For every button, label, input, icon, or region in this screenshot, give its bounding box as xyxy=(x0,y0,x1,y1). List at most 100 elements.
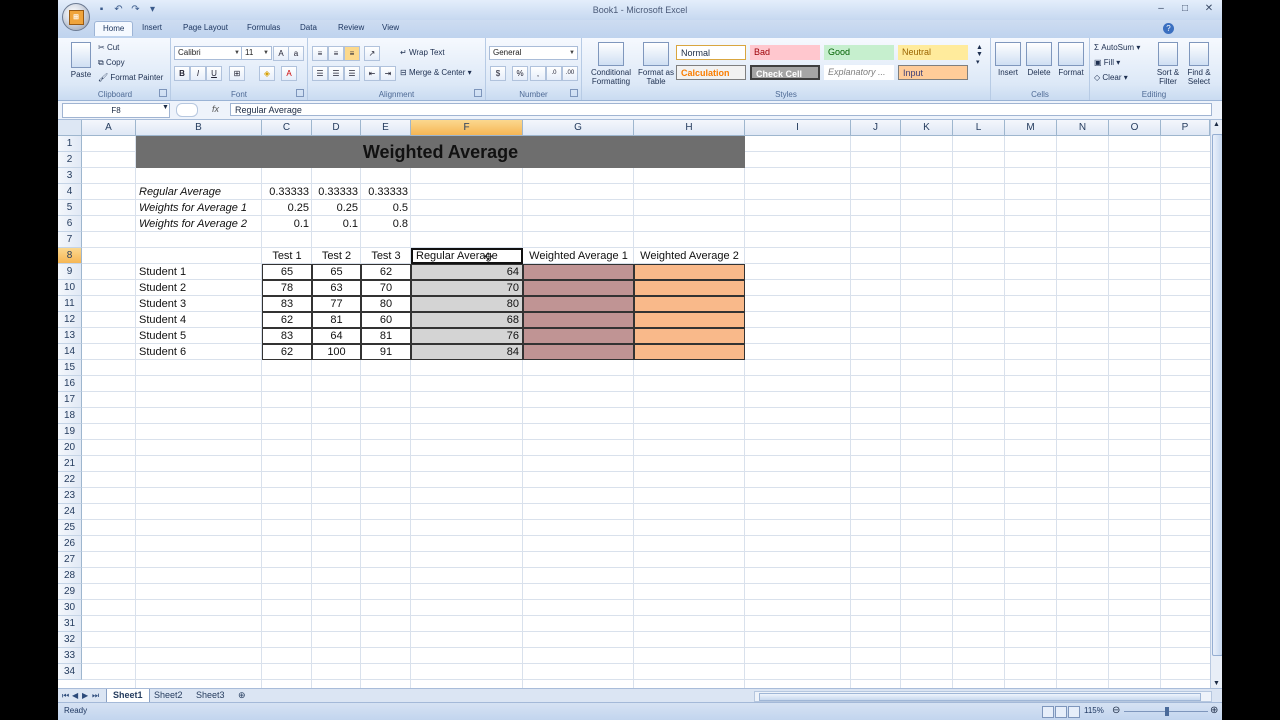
weighted-average-1-cell[interactable] xyxy=(523,296,634,312)
column-header[interactable]: O xyxy=(1109,120,1161,136)
help-icon[interactable]: ? xyxy=(1163,23,1174,34)
conditional-formatting-button[interactable]: Conditional Formatting xyxy=(586,42,636,86)
column-header[interactable]: K xyxy=(901,120,953,136)
row-header[interactable]: 12 xyxy=(58,312,82,328)
column-header[interactable]: C xyxy=(262,120,312,136)
delete-cells-button[interactable]: Delete xyxy=(1024,42,1054,77)
score-cell[interactable]: 100 xyxy=(312,344,361,360)
score-cell[interactable]: 62 xyxy=(361,264,411,280)
zoom-slider-knob[interactable] xyxy=(1165,707,1169,716)
style-neutral[interactable]: Neutral xyxy=(898,45,968,60)
style-input[interactable]: Input xyxy=(898,65,968,80)
row-header[interactable]: 1 xyxy=(58,136,82,152)
score-cell[interactable]: 70 xyxy=(361,280,411,296)
tab-home[interactable]: Home xyxy=(94,21,134,36)
weighted-average-1-cell[interactable] xyxy=(523,328,634,344)
row-header[interactable]: 7 xyxy=(58,232,82,248)
comma-button[interactable]: , xyxy=(530,66,546,81)
align-center-icon[interactable]: ☰ xyxy=(328,66,344,81)
row-header[interactable]: 8 xyxy=(58,248,82,264)
row-header[interactable]: 11 xyxy=(58,296,82,312)
param-value[interactable]: 0.33333 xyxy=(312,184,361,200)
score-cell[interactable]: 60 xyxy=(361,312,411,328)
row-header[interactable]: 4 xyxy=(58,184,82,200)
score-cell[interactable]: 83 xyxy=(262,328,312,344)
copy-button[interactable]: ⧉ Copy xyxy=(98,58,125,68)
header-regular-average[interactable]: Regular Average xyxy=(411,248,523,264)
borders-icon[interactable]: ⊞ xyxy=(229,66,245,81)
tab-review[interactable]: Review xyxy=(338,23,364,32)
row-header[interactable]: 33 xyxy=(58,648,82,664)
row-header[interactable]: 18 xyxy=(58,408,82,424)
weighted-average-2-cell[interactable] xyxy=(634,328,745,344)
sheet-tab-sheet3[interactable]: Sheet3 xyxy=(190,689,231,702)
name-box[interactable]: F8 xyxy=(62,103,170,118)
regular-average-cell[interactable]: 84 xyxy=(411,344,523,360)
column-header[interactable]: A xyxy=(82,120,136,136)
param-value[interactable]: 0.25 xyxy=(262,200,312,216)
increase-decimal-icon[interactable]: .0 xyxy=(546,66,562,81)
column-header[interactable]: N xyxy=(1057,120,1109,136)
header-test-2[interactable]: Test 2 xyxy=(312,248,361,264)
align-left-icon[interactable]: ☰ xyxy=(312,66,328,81)
format-painter-button[interactable]: 🖌 Format Painter xyxy=(98,73,163,82)
weighted-average-2-cell[interactable] xyxy=(634,296,745,312)
page-layout-view-icon[interactable] xyxy=(1055,706,1067,718)
score-cell[interactable]: 80 xyxy=(361,296,411,312)
weighted-average-1-cell[interactable] xyxy=(523,344,634,360)
row-header[interactable]: 15 xyxy=(58,360,82,376)
align-bottom-icon[interactable]: ≡ xyxy=(344,46,360,61)
row-header[interactable]: 5 xyxy=(58,200,82,216)
italic-button[interactable]: I xyxy=(190,66,206,81)
tab-insert[interactable]: Insert xyxy=(142,23,162,32)
underline-button[interactable]: U xyxy=(206,66,222,81)
weighted-average-1-cell[interactable] xyxy=(523,264,634,280)
header-weighted-average-2[interactable]: Weighted Average 2 xyxy=(634,248,745,264)
row-header[interactable]: 19 xyxy=(58,424,82,440)
row-header[interactable]: 3 xyxy=(58,168,82,184)
header-weighted-average-1[interactable]: Weighted Average 1 xyxy=(523,248,634,264)
style-calculation[interactable]: Calculation xyxy=(676,65,746,80)
param-label[interactable]: Weights for Average 1 xyxy=(136,200,262,216)
row-header[interactable]: 22 xyxy=(58,472,82,488)
row-header[interactable]: 27 xyxy=(58,552,82,568)
vertical-scrollbar[interactable]: ▲ ▼ xyxy=(1210,120,1222,688)
cut-button[interactable]: ✂ Cut xyxy=(98,43,119,52)
worksheet-grid[interactable]: ABCDEFGHIJKLMNOP 1 2 3 4 5 6 7 8 9 10 11 12 13 14 15 16… xyxy=(58,120,1210,688)
office-button[interactable]: ⊞ xyxy=(62,3,90,31)
header-test-3[interactable]: Test 3 xyxy=(361,248,411,264)
align-top-icon[interactable]: ≡ xyxy=(312,46,328,61)
number-format-select[interactable]: General ▼ xyxy=(489,46,578,60)
row-header[interactable]: 30 xyxy=(58,600,82,616)
row-header[interactable]: 25 xyxy=(58,520,82,536)
row-header[interactable]: 20 xyxy=(58,440,82,456)
header-test-1[interactable]: Test 1 xyxy=(262,248,312,264)
increase-indent-icon[interactable]: ⇥ xyxy=(380,66,396,81)
param-value[interactable]: 0.33333 xyxy=(361,184,411,200)
column-header[interactable]: E xyxy=(361,120,411,136)
paste-button[interactable]: Paste xyxy=(66,42,96,79)
regular-average-cell[interactable]: 64 xyxy=(411,264,523,280)
param-value[interactable]: 0.1 xyxy=(312,216,361,232)
currency-button[interactable]: $ xyxy=(490,66,506,81)
format-cells-button[interactable]: Format xyxy=(1055,42,1087,77)
param-value[interactable]: 0.1 xyxy=(262,216,312,232)
style-check-cell[interactable]: Check Cell xyxy=(750,65,820,80)
weighted-average-1-cell[interactable] xyxy=(523,312,634,328)
column-header[interactable]: J xyxy=(851,120,901,136)
score-cell[interactable]: 81 xyxy=(361,328,411,344)
score-cell[interactable]: 65 xyxy=(262,264,312,280)
formula-input[interactable]: Regular Average xyxy=(230,103,1212,116)
zoom-in-icon[interactable]: ⊕ xyxy=(1210,705,1218,716)
row-header[interactable]: 24 xyxy=(58,504,82,520)
font-launcher-icon[interactable] xyxy=(296,89,304,97)
merge-center-button[interactable]: ⊟ Merge & Center ▾ xyxy=(400,68,472,77)
next-sheet-icon[interactable]: ▶ xyxy=(82,691,88,700)
score-cell[interactable]: 62 xyxy=(262,344,312,360)
alignment-launcher-icon[interactable] xyxy=(474,89,482,97)
column-header[interactable]: H xyxy=(634,120,745,136)
weighted-average-1-cell[interactable] xyxy=(523,280,634,296)
minimize-icon[interactable]: – xyxy=(1150,1,1172,17)
number-launcher-icon[interactable] xyxy=(570,89,578,97)
orientation-icon[interactable]: ↗ xyxy=(364,46,380,61)
